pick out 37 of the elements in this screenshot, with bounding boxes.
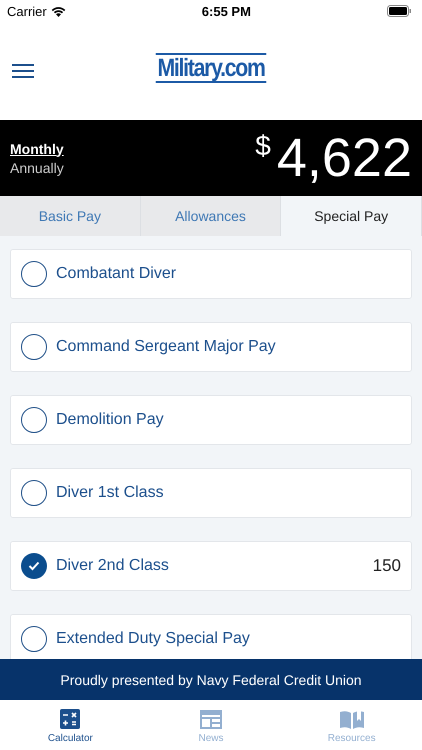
pay-option-card[interactable]: Diver 2nd Class 150 xyxy=(10,541,412,591)
wifi-icon xyxy=(50,6,66,16)
newspaper-icon xyxy=(200,709,222,729)
pay-tab[interactable]: Basic Pay xyxy=(0,196,141,236)
sponsor-banner-text: Proudly presented by Navy Federal Credit Union xyxy=(60,672,362,688)
radio-button[interactable] xyxy=(21,626,47,652)
pay-name: Command Sergeant Major Pay xyxy=(56,338,277,356)
pay-name: Extended Duty Special Pay xyxy=(56,630,251,648)
period-toggle[interactable]: Annually xyxy=(10,160,64,176)
battery-icon xyxy=(387,5,412,17)
pay-amount: 150 xyxy=(372,556,401,576)
clock-time: 6:55 PM xyxy=(202,4,251,18)
currency-symbol: $ xyxy=(255,130,271,162)
pay-tab[interactable]: Allowances xyxy=(140,196,282,236)
radio-button[interactable] xyxy=(21,407,47,433)
site-logo: Military.com xyxy=(156,53,266,83)
period-toggle[interactable]: Monthly xyxy=(10,140,64,156)
pay-name: Diver 2nd Class xyxy=(56,557,170,575)
pay-option-card[interactable]: Diver 1st Class xyxy=(10,468,412,518)
pay-name: Diver 1st Class xyxy=(56,484,165,502)
pay-tab[interactable]: Special Pay xyxy=(281,196,422,236)
checkmark-icon xyxy=(28,561,40,571)
pay-name: Demolition Pay xyxy=(56,411,165,429)
radio-button[interactable] xyxy=(21,480,47,506)
pay-option-card[interactable]: Extended Duty Special Pay xyxy=(10,614,412,659)
calculator-icon xyxy=(60,709,80,729)
book-icon xyxy=(340,709,364,729)
menu-button[interactable] xyxy=(12,62,34,80)
radio-button[interactable] xyxy=(21,261,47,287)
radio-button[interactable] xyxy=(21,334,47,360)
pay-option-card[interactable]: Demolition Pay xyxy=(10,395,412,445)
pay-name: Combatant Diver xyxy=(56,265,178,283)
pay-option-card[interactable]: Combatant Diver xyxy=(10,249,412,299)
total-amount: 4,622 xyxy=(276,128,412,188)
radio-button[interactable] xyxy=(21,553,47,579)
carrier-label: Carrier xyxy=(7,4,66,18)
pay-option-card[interactable]: Command Sergeant Major Pay xyxy=(10,322,412,372)
